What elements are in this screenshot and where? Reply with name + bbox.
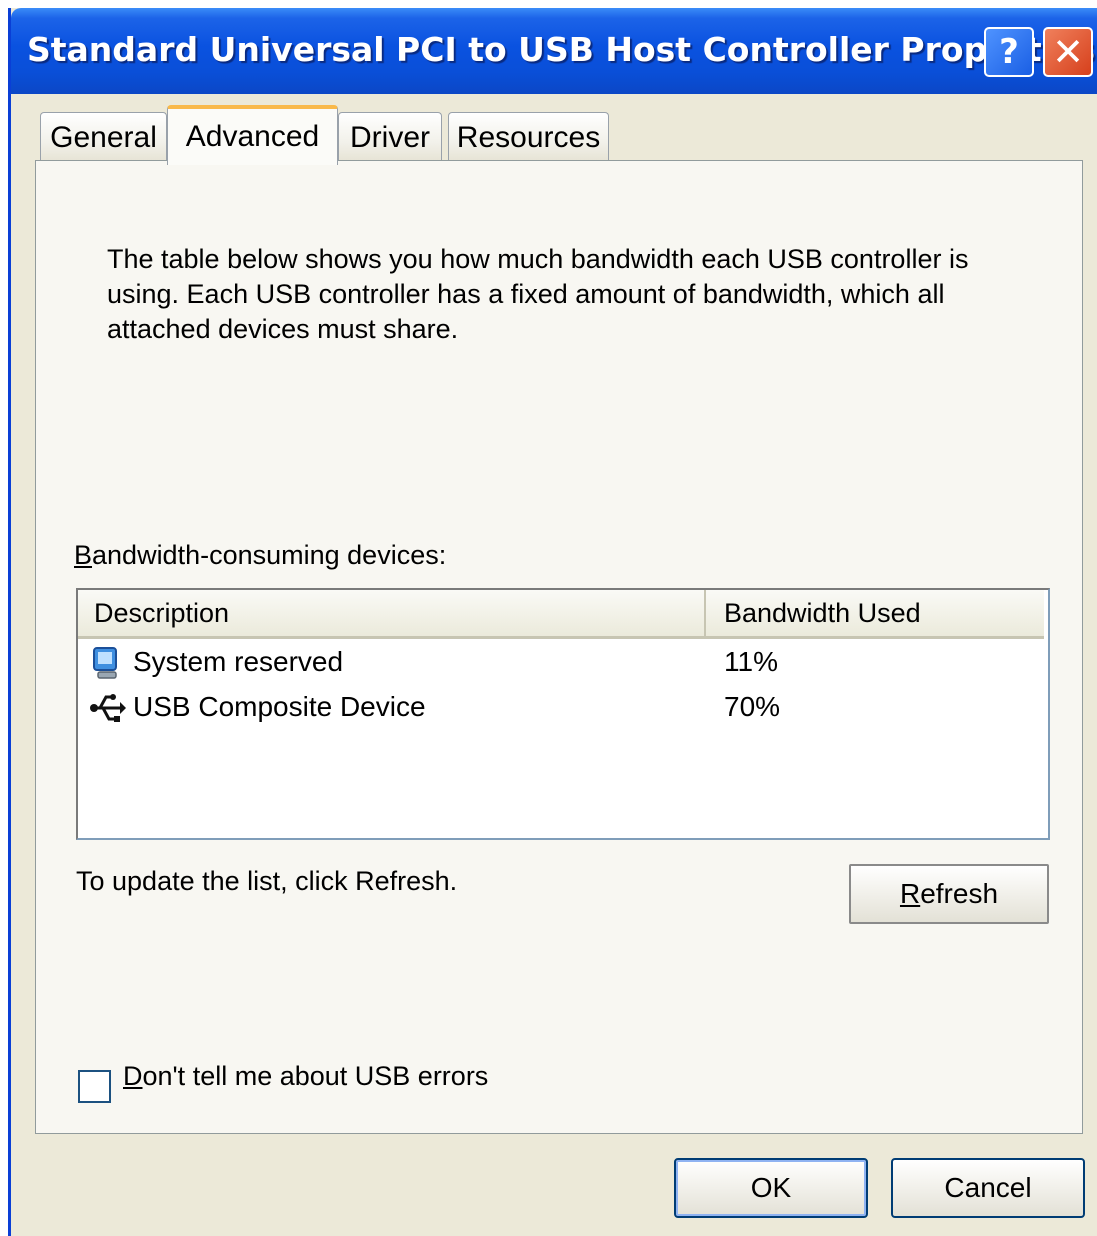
help-button[interactable]: ?	[984, 27, 1034, 77]
row-bandwidth: 70%	[724, 691, 781, 722]
tab-label: Resources	[456, 120, 601, 154]
title-bar[interactable]: Standard Universal PCI to USB Host Contr…	[11, 8, 1097, 94]
usb-errors-checkbox-label[interactable]: Don't tell me about USB errors	[123, 1061, 488, 1092]
close-icon: ✕	[1052, 30, 1084, 74]
row-description: System reserved	[133, 646, 344, 677]
devices-label-text: andwidth-consuming devices:	[92, 540, 447, 570]
usb-errors-checkbox[interactable]	[78, 1070, 111, 1103]
column-header-description[interactable]: Description	[78, 590, 706, 636]
tab-label: Advanced	[185, 120, 320, 153]
row-description: USB Composite Device	[133, 691, 426, 722]
tab-general[interactable]: General	[40, 112, 167, 162]
refresh-button[interactable]: Refresh	[849, 864, 1049, 924]
window-title: Standard Universal PCI to USB Host Contr…	[27, 30, 1095, 69]
refresh-label-rest: efresh	[920, 878, 999, 909]
tab-resources[interactable]: Resources	[448, 112, 609, 162]
table-row[interactable]: System reserved 11%	[78, 640, 1044, 684]
tab-driver[interactable]: Driver	[338, 112, 442, 162]
list-header: Description Bandwidth Used	[78, 590, 1044, 639]
checkbox-label-rest: on't tell me about USB errors	[142, 1061, 489, 1091]
system-reserved-icon	[93, 647, 117, 679]
tab-advanced[interactable]: Advanced	[167, 105, 338, 165]
bandwidth-device-list[interactable]: Description Bandwidth Used System reserv…	[76, 588, 1050, 840]
usb-icon	[90, 694, 126, 722]
devices-label: Bandwidth-consuming devices:	[74, 540, 447, 570]
refresh-button-label: Refresh	[899, 878, 999, 909]
properties-dialog: Standard Universal PCI to USB Host Contr…	[8, 8, 1097, 1236]
help-icon: ?	[999, 32, 1019, 72]
cancel-button[interactable]: Cancel	[891, 1158, 1085, 1218]
row-bandwidth: 11%	[724, 646, 778, 677]
intro-text: The table below shows you how much bandw…	[107, 244, 969, 344]
ok-button[interactable]: OK	[674, 1158, 868, 1218]
tab-label: Driver	[350, 120, 430, 154]
tab-label: General	[50, 120, 157, 154]
table-row[interactable]: USB Composite Device 70%	[78, 685, 1044, 729]
update-hint: To update the list, click Refresh.	[76, 866, 458, 896]
close-button[interactable]: ✕	[1043, 27, 1093, 77]
column-header-bandwidth[interactable]: Bandwidth Used	[708, 590, 1044, 636]
